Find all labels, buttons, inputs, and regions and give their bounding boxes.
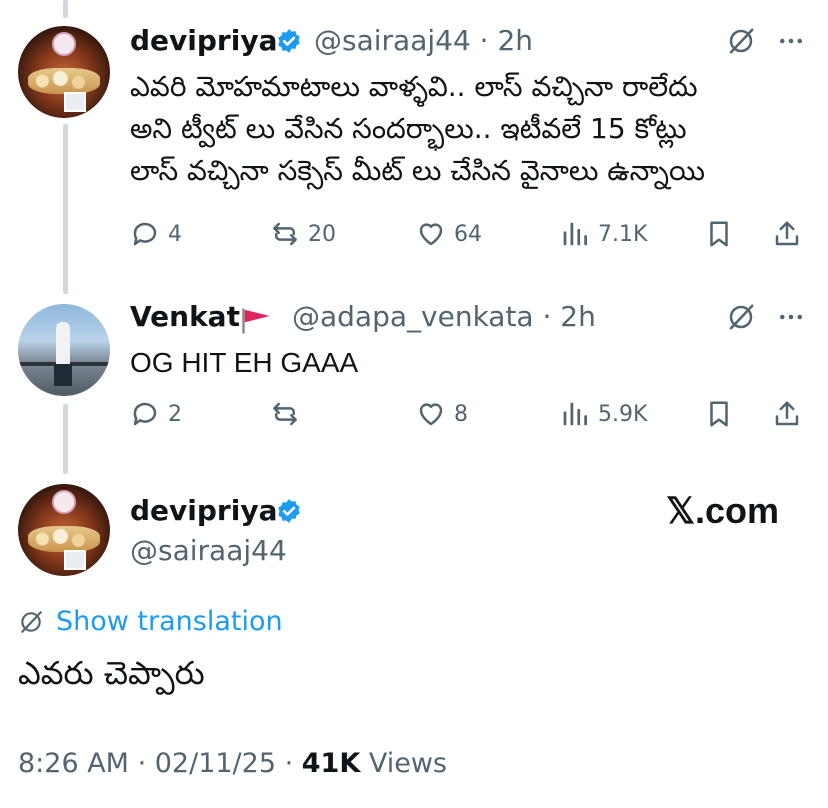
avatar-logo (52, 32, 76, 56)
tweet-text-line: ఎవరి మోహమాటాలు వాళ్ళవి.. లాస్ వచ్చినా రా… (130, 70, 698, 103)
tweet-text: OG HIT EH GAAA (130, 342, 810, 384)
view-count: 5.9K (598, 401, 648, 427)
grok-icon[interactable] (726, 302, 756, 332)
repost-button[interactable] (270, 396, 308, 432)
main-tweet-text: ఎవరు చెప్పారు (18, 654, 205, 692)
avatar-person (56, 322, 70, 370)
tweet-text: ఎవరి మోహమాటాలు వాళ్ళవి.. లాస్ వచ్చినా రా… (130, 66, 810, 192)
thread-line-2 (63, 404, 68, 474)
reply-icon (133, 402, 157, 426)
tweet-actions: 4 20 64 7.1K (130, 216, 810, 252)
show-translation-link[interactable]: Show translation (56, 606, 283, 637)
share-icon[interactable] (772, 219, 802, 249)
grok-icon[interactable] (726, 26, 756, 56)
tweet-text-line: OG HIT EH GAAA (130, 347, 359, 378)
views-button[interactable]: 7.1K (560, 216, 647, 252)
avatar[interactable] (18, 484, 110, 576)
reply-count: 2 (168, 401, 182, 427)
verified-badge-icon (278, 29, 300, 53)
author-name[interactable]: devipriya (130, 494, 277, 528)
thread-line-top (63, 0, 68, 18)
flag-icon (242, 308, 270, 334)
reply-button[interactable]: 4 (130, 216, 182, 252)
author-handle[interactable]: @adapa_venkata · 2h (292, 300, 596, 334)
show-translation[interactable]: Show translation (18, 606, 283, 637)
reply-button[interactable]: 2 (130, 396, 182, 432)
views-label: Views (368, 748, 447, 779)
author-name[interactable]: devipriya (130, 24, 277, 58)
handle-text: @sairaaj44 (314, 24, 471, 57)
author-name[interactable]: Venkat (130, 300, 240, 334)
view-count: 7.1K (598, 221, 648, 247)
reply-count: 4 (168, 221, 182, 247)
translate-icon (21, 610, 42, 633)
views-count: 41K (301, 748, 361, 779)
handle-text: @adapa_venkata (292, 300, 534, 333)
bookmark-icon[interactable] (704, 219, 734, 249)
avatar-logo (52, 490, 76, 514)
repost-count: 20 (308, 221, 336, 247)
tweet-time[interactable]: 2h (560, 300, 596, 333)
x-watermark: 𝕏.com (666, 490, 780, 531)
more-options-icon[interactable] (776, 302, 806, 332)
avatar-photo (64, 550, 86, 570)
tweet-actions: 2 8 5.9K (130, 396, 810, 432)
author-handle[interactable]: @sairaaj44 (130, 534, 287, 568)
date[interactable]: 02/11/25 (155, 748, 276, 779)
repost-button[interactable]: 20 (270, 216, 336, 252)
tweet-text-line: అని ట్వీట్ లు వేసిన సందర్భాలు.. ఇటీవలే 1… (130, 112, 687, 145)
bookmark-icon[interactable] (704, 399, 734, 429)
avatar-flowers (28, 526, 100, 552)
avatar-flowers (28, 68, 100, 94)
reply-icon (133, 222, 157, 246)
more-options-icon[interactable] (776, 26, 806, 56)
tweet-time[interactable]: 2h (497, 24, 533, 57)
like-button[interactable]: 8 (416, 396, 468, 432)
repost-icon (273, 402, 297, 426)
analytics-icon (563, 402, 587, 426)
tweet-meta: 8:26 AM · 02/11/25 · 41K Views (18, 748, 447, 779)
heart-icon (419, 403, 443, 426)
avatar[interactable] (18, 304, 110, 396)
tweet-text-line: లాస్ వచ్చినా సక్సెస్ మీట్ లు చేసిన వైనాల… (130, 154, 705, 187)
repost-icon (273, 222, 297, 246)
avatar-photo (64, 92, 86, 112)
like-button[interactable]: 64 (416, 216, 482, 252)
author-handle[interactable]: @sairaaj44 · 2h (314, 24, 533, 58)
analytics-icon (563, 222, 587, 246)
share-icon[interactable] (772, 399, 802, 429)
avatar[interactable] (18, 26, 110, 118)
views-button[interactable]: 5.9K (560, 396, 647, 432)
thread-line-1 (63, 124, 68, 294)
like-count: 8 (454, 401, 468, 427)
avatar-person-legs (54, 364, 72, 386)
heart-icon (419, 223, 443, 246)
verified-badge-icon (278, 499, 300, 523)
like-count: 64 (454, 221, 482, 247)
timestamp[interactable]: 8:26 AM (18, 748, 129, 779)
